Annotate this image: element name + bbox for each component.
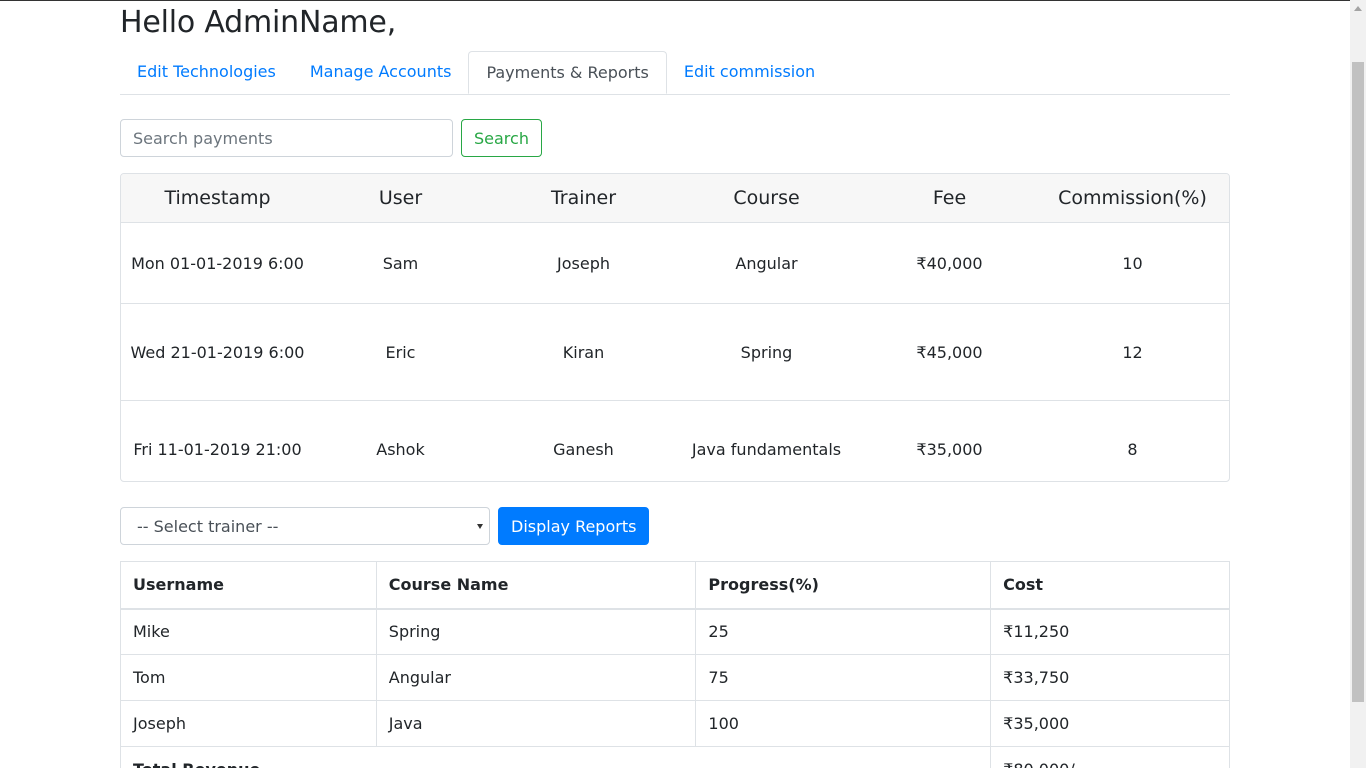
- cell-course: Spring: [740, 342, 793, 362]
- cell-user: Ashok: [376, 439, 425, 459]
- page-greeting: Hello AdminName,: [120, 5, 397, 40]
- report-controls: -- Select trainer -- Display Reports: [120, 507, 1230, 545]
- cell-username: Mike: [120, 608, 377, 655]
- payments-table: Timestamp User Trainer Course Fee Commis…: [120, 173, 1230, 482]
- cell-timestamp: Wed 21-01-2019 6:00: [130, 342, 305, 362]
- trainer-select[interactable]: -- Select trainer --: [120, 507, 490, 545]
- chevron-down-icon: [477, 524, 483, 529]
- display-reports-button[interactable]: Display Reports: [498, 507, 650, 545]
- search-payments-input[interactable]: [120, 119, 453, 157]
- table-row: Joseph Java 100 ₹35,000: [120, 700, 1230, 747]
- cell-timestamp: Mon 01-01-2019 6:00: [131, 253, 304, 273]
- scroll-up-arrow-icon[interactable]: [1350, 0, 1366, 17]
- search-button[interactable]: Search: [461, 119, 542, 157]
- tab-payments-reports[interactable]: Payments & Reports: [468, 51, 667, 94]
- payment-row: Fri 11-01-2019 21:00 Ashok Ganesh Java f…: [121, 401, 1229, 481]
- col-header-username: Username: [120, 561, 377, 610]
- report-table: Username Course Name Progress(%) Cost Mi…: [119, 561, 1230, 768]
- cell-user: Eric: [385, 342, 416, 362]
- col-header-user: User: [378, 187, 423, 209]
- cell-trainer: Kiran: [562, 342, 605, 362]
- cell-cost: ₹11,250: [990, 608, 1230, 655]
- page-scrollbar[interactable]: [1350, 0, 1366, 768]
- cell-course-name: Spring: [375, 608, 697, 655]
- cell-progress: 100: [695, 700, 992, 747]
- cell-course: Java fundamentals: [691, 439, 842, 459]
- report-header-row: Username Course Name Progress(%) Cost: [120, 561, 1230, 610]
- cell-cost: ₹33,750: [990, 654, 1230, 701]
- cell-course-name: Java: [375, 700, 697, 747]
- main-container: Hello AdminName, Edit Technologies Manag…: [119, 0, 1230, 768]
- col-header-timestamp: Timestamp: [164, 187, 271, 209]
- col-header-progress: Progress(%): [695, 561, 992, 610]
- total-row: Total Revenue ₹80,000/-: [119, 746, 1230, 768]
- cell-username: Tom: [120, 654, 377, 701]
- cell-trainer: Ganesh: [553, 439, 614, 459]
- total-revenue-value: ₹80,000/-: [990, 746, 1230, 768]
- table-row: Tom Angular 75 ₹33,750: [120, 654, 1230, 701]
- col-header-course: Course: [733, 187, 800, 209]
- cell-course-name: Angular: [375, 654, 697, 701]
- cell-commission: 12: [1122, 342, 1143, 362]
- cell-fee: ₹35,000: [916, 439, 983, 459]
- search-row: Search: [120, 119, 1230, 157]
- col-header-commission: Commission(%): [1058, 187, 1207, 209]
- total-revenue-label: Total Revenue: [119, 746, 992, 768]
- cell-progress: 25: [695, 608, 992, 655]
- trainer-select-value: -- Select trainer --: [137, 517, 279, 536]
- nav-tabs: Edit Technologies Manage Accounts Paymen…: [120, 47, 1230, 95]
- tab-edit-commission[interactable]: Edit commission: [667, 51, 832, 93]
- col-header-cost: Cost: [990, 561, 1230, 610]
- scrollbar-thumb[interactable]: [1352, 62, 1364, 702]
- table-row: Mike Spring 25 ₹11,250: [120, 608, 1230, 655]
- cell-cost: ₹35,000: [990, 700, 1230, 747]
- cell-commission: 8: [1127, 439, 1138, 459]
- col-header-trainer: Trainer: [550, 187, 617, 209]
- cell-fee: ₹45,000: [916, 342, 983, 362]
- col-header-fee: Fee: [932, 187, 967, 209]
- cell-fee: ₹40,000: [916, 253, 983, 273]
- payment-row: Mon 01-01-2019 6:00 Sam Joseph Angular ₹…: [121, 223, 1229, 304]
- cell-timestamp: Fri 11-01-2019 21:00: [133, 439, 302, 459]
- cell-course: Angular: [735, 253, 798, 273]
- col-header-course-name: Course Name: [375, 561, 697, 610]
- cell-user: Sam: [382, 253, 419, 273]
- tab-edit-technologies[interactable]: Edit Technologies: [120, 51, 293, 93]
- cell-progress: 75: [695, 654, 992, 701]
- payment-row: Wed 21-01-2019 6:00 Eric Kiran Spring ₹4…: [121, 304, 1229, 401]
- cell-username: Joseph: [120, 700, 377, 747]
- tab-manage-accounts[interactable]: Manage Accounts: [293, 51, 469, 93]
- cell-trainer: Joseph: [557, 253, 610, 273]
- cell-commission: 10: [1122, 253, 1143, 273]
- payments-header-row: Timestamp User Trainer Course Fee Commis…: [121, 174, 1229, 223]
